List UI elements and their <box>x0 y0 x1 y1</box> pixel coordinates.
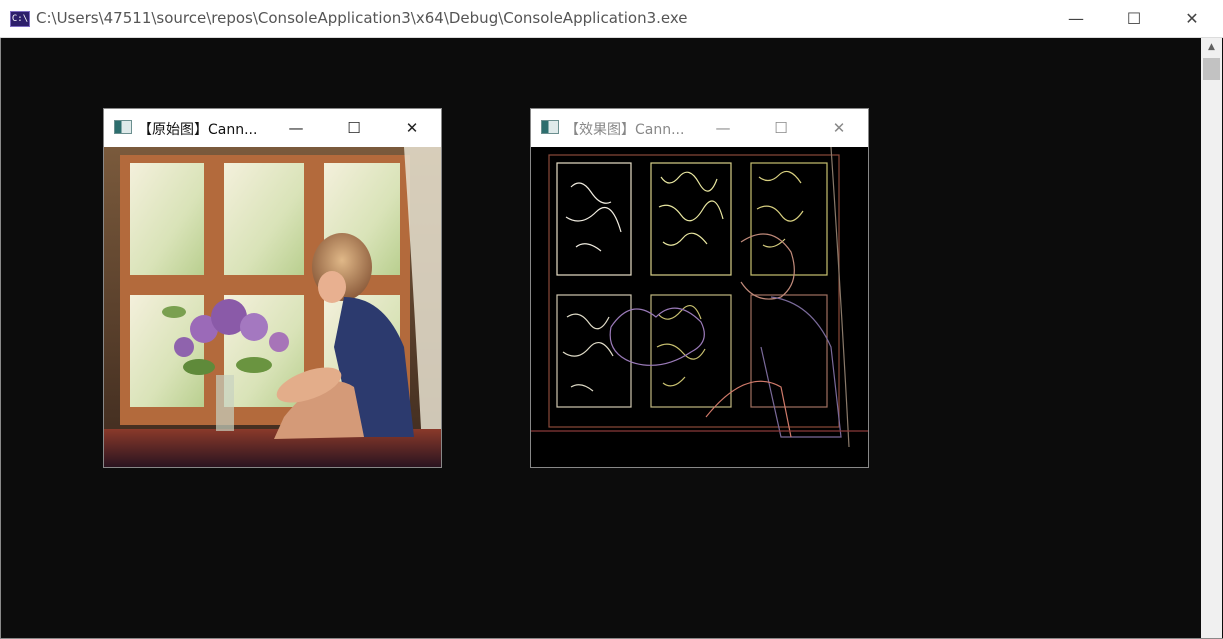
console-maximize-button[interactable]: ☐ <box>1105 0 1163 37</box>
console-window-title: C:\Users\47511\source\repos\ConsoleAppli… <box>36 9 688 27</box>
scrollbar-thumb[interactable] <box>1203 58 1220 80</box>
original-maximize-button[interactable]: ☐ <box>325 109 383 147</box>
effect-close-button[interactable]: ✕ <box>810 109 868 147</box>
effect-window-titlebar[interactable]: 【效果图】Cann... — ☐ ✕ <box>531 109 868 147</box>
console-app-icon: C:\ <box>10 11 30 27</box>
console-border <box>0 38 1 639</box>
girl-at-window-image <box>104 147 441 467</box>
image-window-icon <box>541 120 559 134</box>
original-photo <box>104 147 441 467</box>
console-titlebar[interactable]: C:\ C:\Users\47511\source\repos\ConsoleA… <box>0 0 1223 38</box>
effect-window-title: 【效果图】Cann... <box>565 122 685 138</box>
image-window-icon <box>114 120 132 134</box>
console-minimize-button[interactable]: — <box>1047 0 1105 37</box>
effect-minimize-button[interactable]: — <box>694 109 752 147</box>
original-image-window[interactable]: 【原始图】Cann... — ☐ ✕ <box>103 108 442 468</box>
effect-maximize-button[interactable]: ☐ <box>752 109 810 147</box>
effect-image-window[interactable]: 【效果图】Cann... — ☐ ✕ <box>530 108 869 468</box>
original-window-title: 【原始图】Cann... <box>138 122 258 138</box>
original-minimize-button[interactable]: — <box>267 109 325 147</box>
console-close-button[interactable]: ✕ <box>1163 0 1221 37</box>
scroll-up-arrow-icon[interactable]: ▲ <box>1201 38 1222 56</box>
original-window-titlebar[interactable]: 【原始图】Cann... — ☐ ✕ <box>104 109 441 147</box>
console-vertical-scrollbar[interactable]: ▲ <box>1201 38 1222 638</box>
original-close-button[interactable]: ✕ <box>383 109 441 147</box>
canny-edge-image <box>531 147 868 467</box>
edge-detection-image <box>531 147 868 467</box>
